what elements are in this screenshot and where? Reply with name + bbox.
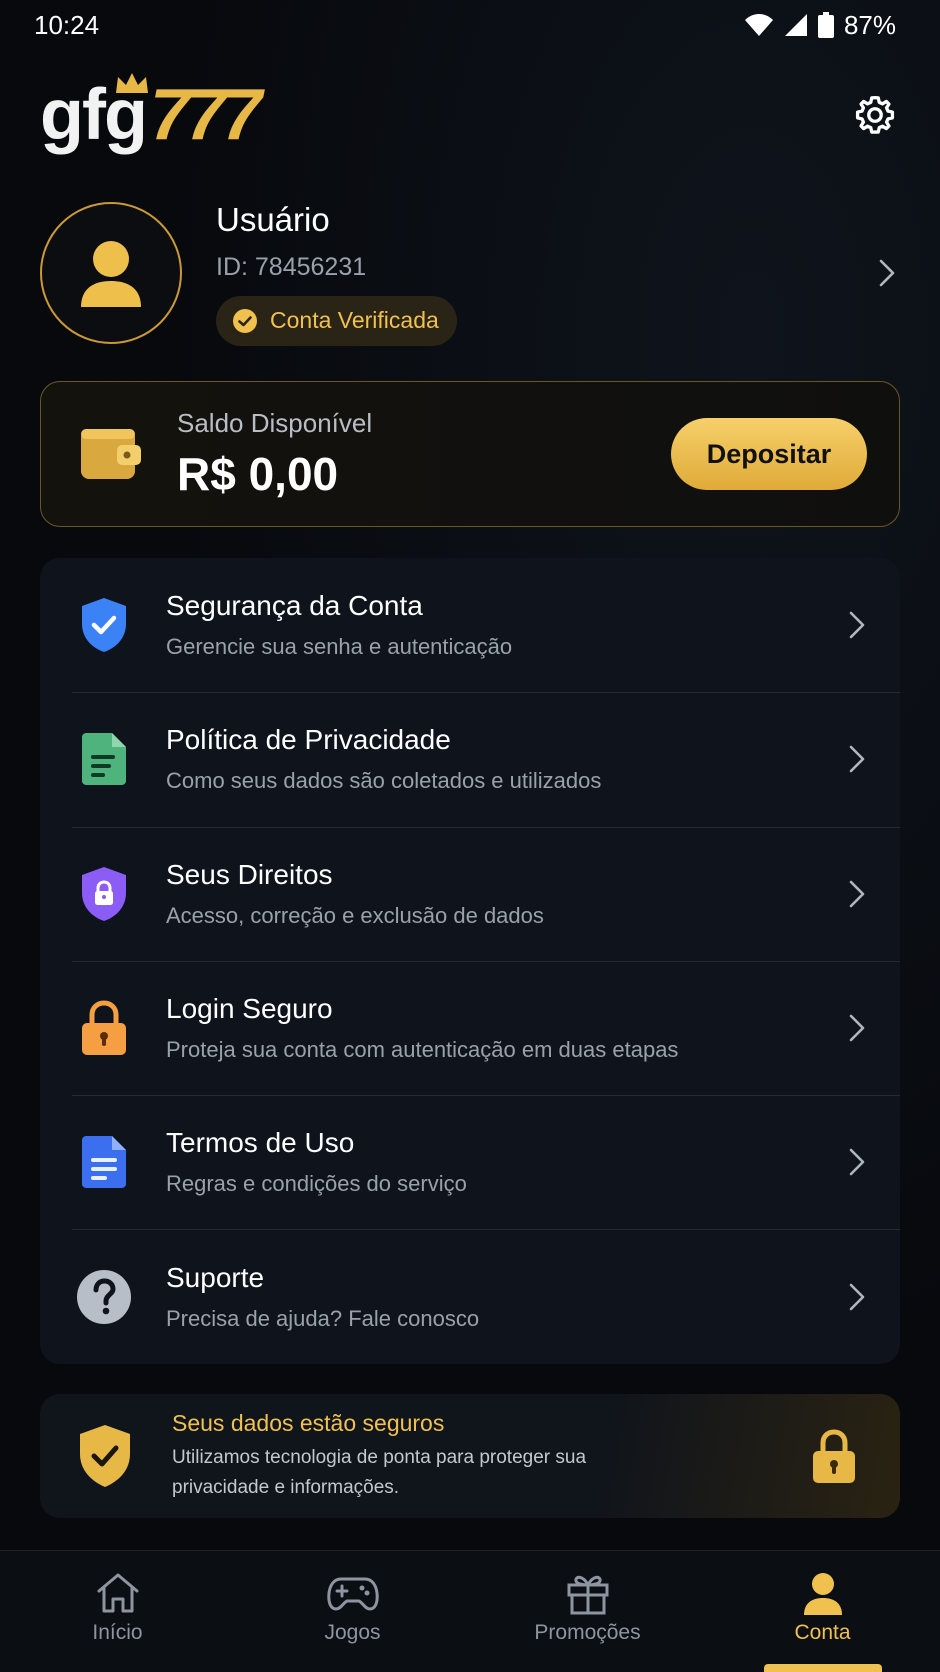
verified-badge: Conta Verificada — [216, 295, 457, 346]
nav-label: Início — [92, 1621, 143, 1644]
menu-item-subtitle: Acesso, correção e exclusão de dados — [166, 902, 544, 928]
settings-menu: Segurança da Conta Gerencie sua senha e … — [40, 558, 900, 1364]
lock-icon — [813, 1429, 855, 1483]
gear-icon — [855, 95, 895, 134]
balance-label: Saldo Disponível — [177, 407, 373, 438]
logo-accent: 777 — [149, 75, 262, 155]
nav-label: Jogos — [324, 1621, 381, 1644]
user-id: ID: 78456231 — [216, 252, 367, 281]
menu-item-title: Política de Privacidade — [166, 724, 451, 756]
status-time: 10:24 — [34, 9, 100, 40]
menu-item-account-security[interactable]: Segurança da Conta Gerencie sua senha e … — [40, 558, 900, 692]
menu-item-subtitle: Precisa de ajuda? Fale conosco — [166, 1305, 480, 1331]
battery-level: 87% — [843, 9, 896, 40]
menu-item-subtitle: Proteja sua conta com autenticação em du… — [166, 1037, 679, 1063]
menu-item-title: Seus Direitos — [166, 858, 333, 890]
user-icon — [803, 1573, 842, 1615]
menu-item-subtitle: Regras e condições do serviço — [166, 1171, 467, 1197]
home-icon — [97, 1573, 138, 1613]
check-circle-icon — [233, 308, 257, 333]
help-icon — [77, 1269, 131, 1324]
wallet-icon — [81, 429, 141, 479]
chevron-right-icon — [849, 611, 865, 639]
nav-item-home[interactable]: Início — [0, 1551, 235, 1672]
gamepad-icon — [326, 1577, 379, 1611]
menu-item-your-rights[interactable]: Seus Direitos Acesso, correção e exclusã… — [40, 826, 900, 961]
menu-item-privacy-policy[interactable]: Política de Privacidade Como seus dados … — [40, 692, 900, 826]
avatar — [40, 202, 182, 344]
verified-label: Conta Verificada — [270, 307, 439, 333]
settings-button[interactable] — [850, 90, 900, 140]
lock-icon — [82, 1000, 126, 1056]
menu-item-title: Termos de Uso — [166, 1127, 355, 1159]
balance-card: Saldo Disponível R$ 0,00 Depositar — [40, 381, 900, 527]
profile-card[interactable]: Usuário ID: 78456231 Conta Verificada — [40, 200, 902, 346]
nav-item-account[interactable]: Conta — [705, 1551, 940, 1672]
shield-check-icon — [80, 1425, 130, 1487]
chevron-right-icon — [849, 880, 865, 908]
document-icon — [82, 733, 126, 786]
nav-item-promotions[interactable]: Promoções — [470, 1551, 705, 1672]
menu-item-terms-of-use[interactable]: Termos de Uso Regras e condições do serv… — [40, 1095, 900, 1229]
chevron-right-icon — [849, 1149, 865, 1176]
data-security-banner: Seus dados estão seguros Utilizamos tecn… — [40, 1394, 900, 1518]
shield-lock-icon — [82, 866, 126, 921]
battery-icon — [817, 12, 834, 38]
user-avatar-icon — [81, 241, 141, 307]
chevron-right-icon — [849, 746, 865, 773]
chevron-right-icon — [849, 1283, 865, 1310]
deposit-button[interactable]: Depositar — [671, 418, 867, 490]
file-text-icon — [82, 1136, 126, 1189]
nav-label: Promoções — [534, 1621, 641, 1644]
app-logo[interactable]: gfg 777 — [40, 73, 262, 155]
nav-item-games[interactable]: Jogos — [235, 1551, 470, 1672]
banner-description: Utilizamos tecnologia de ponta para prot… — [172, 1446, 587, 1498]
user-name: Usuário — [216, 200, 330, 238]
chevron-right-icon — [849, 1014, 865, 1042]
menu-item-secure-login[interactable]: Login Seguro Proteja sua conta com auten… — [40, 960, 900, 1095]
gift-icon — [567, 1575, 608, 1615]
status-bar: 10:24 87% — [0, 0, 940, 50]
app-header: gfg 777 — [40, 70, 900, 160]
menu-item-subtitle: Como seus dados são coletados e utilizad… — [166, 768, 602, 794]
crown-icon — [116, 73, 148, 93]
shield-check-icon — [82, 598, 126, 653]
banner-title: Seus dados estão seguros — [172, 1409, 445, 1436]
menu-item-support[interactable]: Suporte Precisa de ajuda? Fale conosco — [40, 1229, 900, 1363]
menu-item-title: Login Seguro — [166, 993, 333, 1025]
menu-item-title: Suporte — [166, 1261, 265, 1293]
balance-value: R$ 0,00 — [177, 447, 339, 500]
menu-item-title: Segurança da Conta — [166, 590, 423, 622]
active-tab-indicator — [763, 1664, 882, 1672]
account-screen: 10:24 87% gfg 777 Usuário ID: 78456231 C… — [0, 0, 940, 1672]
bottom-navigation: Início Jogos Promoções Conta — [0, 1550, 940, 1672]
menu-item-subtitle: Gerencie sua senha e autenticação — [166, 634, 513, 660]
signal-icon — [784, 14, 807, 36]
wifi-icon — [744, 14, 773, 36]
chevron-right-icon — [879, 259, 895, 287]
nav-label: Conta — [794, 1621, 851, 1644]
